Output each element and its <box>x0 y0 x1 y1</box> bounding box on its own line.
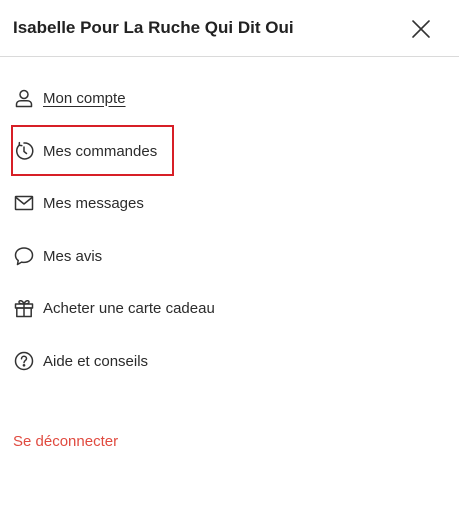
mail-icon <box>13 192 35 214</box>
menu-item-label: Aide et conseils <box>43 352 149 370</box>
account-menu-panel: Isabelle Pour La Ruche Qui Dit Oui Mon c… <box>0 0 459 509</box>
menu-item-label: Mes commandes <box>43 142 158 160</box>
menu-item-account[interactable]: Mon compte <box>13 85 126 111</box>
help-icon <box>13 350 35 372</box>
gift-icon <box>13 297 35 319</box>
menu-item-messages[interactable]: Mes messages <box>13 190 144 216</box>
user-name-title: Isabelle Pour La Ruche Qui Dit Oui <box>13 18 294 37</box>
close-icon <box>412 20 430 38</box>
menu-header: Isabelle Pour La Ruche Qui Dit Oui <box>0 0 459 57</box>
speech-bubble-icon <box>13 245 35 267</box>
menu-item-label: Mon compte <box>43 89 126 107</box>
menu-item-reviews[interactable]: Mes avis <box>13 243 102 269</box>
close-button[interactable] <box>408 16 434 42</box>
menu-item-orders[interactable]: Mes commandes <box>13 138 157 164</box>
menu-item-gift-card[interactable]: Acheter une carte cadeau <box>13 295 215 321</box>
menu-item-label: Acheter une carte cadeau <box>43 299 215 317</box>
user-icon <box>13 87 35 109</box>
history-icon <box>13 140 35 162</box>
logout-link[interactable]: Se déconnecter <box>13 433 118 450</box>
menu-item-help[interactable]: Aide et conseils <box>13 348 148 374</box>
menu-item-label: Mes avis <box>43 247 103 265</box>
menu-item-label: Mes messages <box>43 194 144 212</box>
